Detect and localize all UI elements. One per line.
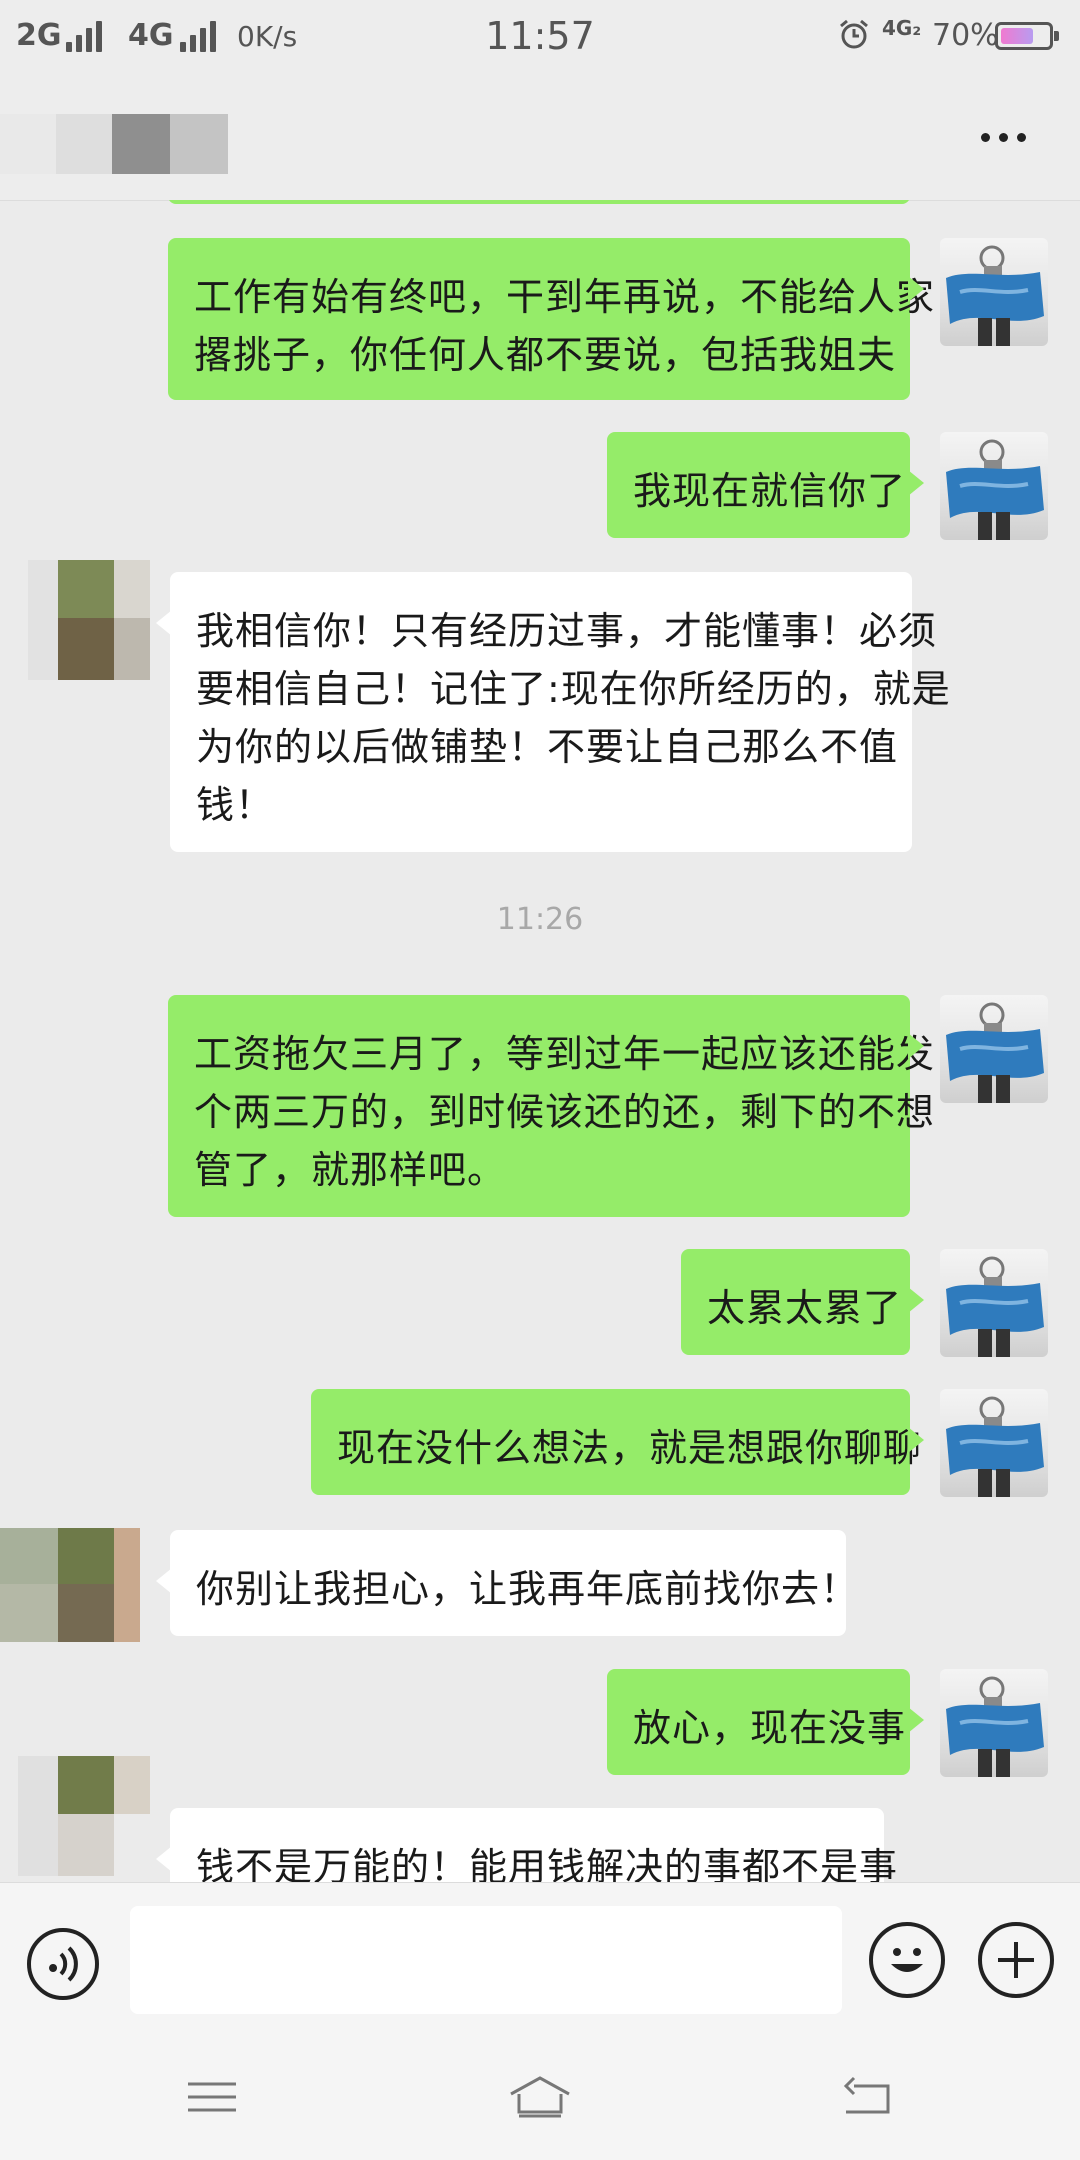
message-text-line: 我现在就信你了 [633,469,907,513]
message-text-line: 工资拖欠三月了，等到过年一起应该还能发 [194,1032,936,1076]
emoji-icon[interactable] [869,1922,945,1998]
message-text-line: 要相信自己！记住了:现在你所经历的，就是 [196,667,951,711]
status-bar: 2G 4G 0K/s 11:57 4G₂ 70% [0,0,1080,72]
contact-avatar[interactable] [0,1756,150,1876]
message-text-line: 放心，现在没事 [633,1706,907,1750]
my-avatar[interactable] [940,995,1048,1103]
avatar-image [946,1002,1044,1103]
chat-title-bar [0,72,1080,201]
message-bubble[interactable]: 我现在就信你了 [607,432,924,538]
contact-avatar[interactable] [0,560,150,680]
message-bubble[interactable]: 太累太累了 [681,1249,924,1355]
my-avatar[interactable] [940,432,1048,540]
message-bubble[interactable]: 工作有始有终吧，干到年再说，不能给人家 撂挑子，你任何人都不要说，包括我姐夫 [168,238,936,400]
contact-avatar[interactable] [0,1528,150,1648]
message-bubble[interactable]: 工资拖欠三月了，等到过年一起应该还能发 个两三万的，到时候该还的还，剩下的不想 … [168,995,936,1217]
message-input[interactable] [130,1906,842,2014]
avatar-image [946,1676,1044,1777]
message-text-line: 我相信你！只有经历过事，才能懂事！必须 [196,609,938,653]
my-avatar[interactable] [940,238,1048,346]
message-bubble[interactable]: 我相信你！只有经历过事，才能懂事！必须 要相信自己！记住了:现在你所经历的，就是… [156,572,951,852]
message-bubble[interactable]: 现在没什么想法，就是想跟你聊聊 [311,1389,924,1495]
avatar-image [946,245,1044,346]
message-bubble[interactable]: 你别让我担心，让我再年底前找你去！ [156,1530,860,1636]
message-text-line: 钱！ [196,783,275,827]
my-avatar[interactable] [940,1669,1048,1777]
message-text-line: 钱不是万能的！能用钱解决的事都不是事 [196,1845,899,1882]
message-bubble[interactable]: 钱不是万能的！能用钱解决的事都不是事 [156,1808,899,1882]
avatar-image [946,1256,1044,1357]
more-icon[interactable] [975,129,1031,149]
battery-icon [995,22,1059,50]
menu-icon[interactable] [182,2072,242,2122]
network-type-3: 4G₂ [882,16,922,40]
message-text-line: 你别让我担心，让我再年底前找你去！ [196,1567,860,1611]
message-text-line: 管了，就那样吧。 [194,1148,507,1192]
contact-name-blurred [0,114,228,174]
back-icon[interactable] [838,2072,898,2122]
message-text-line: 太累太累了 [707,1286,903,1330]
chat-input-bar [0,1882,1080,2033]
chat-message-list[interactable]: 工作有始有终吧，干到年再说，不能给人家 撂挑子，你任何人都不要说，包括我姐夫 我… [0,200,1080,1882]
my-avatar[interactable] [940,1249,1048,1357]
alarm-icon [840,19,868,49]
message-bubble[interactable]: 放心，现在没事 [607,1669,924,1775]
message-text-line: 现在没什么想法，就是想跟你聊聊 [337,1426,923,1470]
message-text-line: 个两三万的，到时候该还的还，剩下的不想 [194,1090,936,1134]
avatar-image [946,439,1044,540]
message-timestamp: 11:26 [496,902,584,937]
avatar-image [946,1396,1044,1497]
plus-icon[interactable] [978,1922,1054,1998]
home-icon[interactable] [505,2072,575,2122]
system-nav-bar [0,2032,1080,2160]
message-text-line: 为你的以后做铺垫！不要让自己那么不值 [196,725,899,769]
my-avatar[interactable] [940,1389,1048,1497]
previous-message-bubble[interactable] [168,200,910,204]
message-text-line: 撂挑子，你任何人都不要说，包括我姐夫 [194,333,897,377]
voice-icon[interactable] [27,1928,99,2000]
battery-percent: 70% [932,18,999,53]
message-text-line: 工作有始有终吧，干到年再说，不能给人家 [194,275,936,319]
